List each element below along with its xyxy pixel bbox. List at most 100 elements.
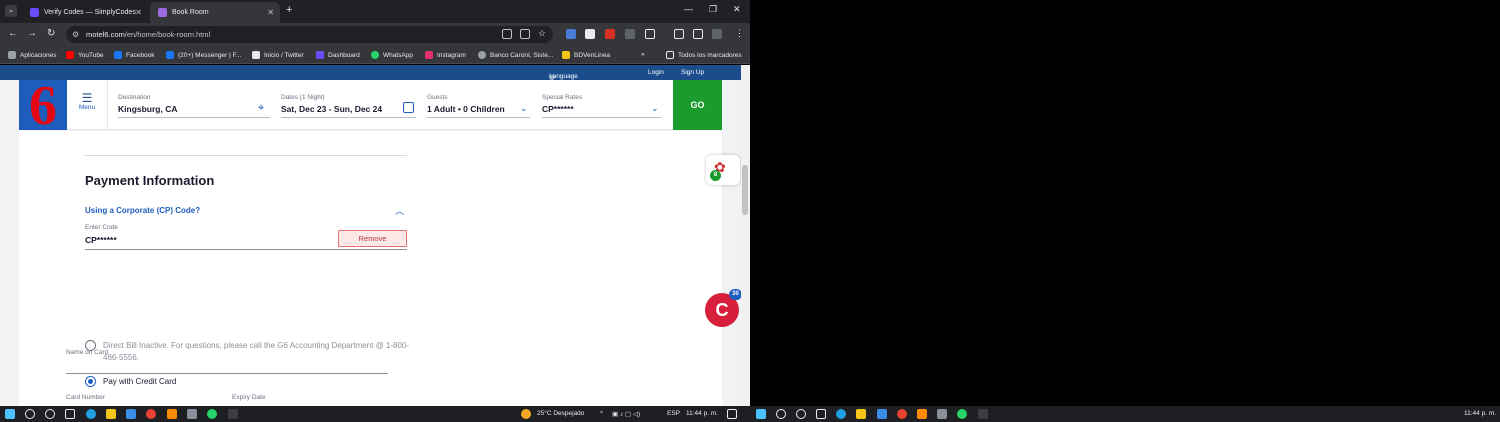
store-icon[interactable]: [877, 409, 887, 419]
tab-search-icon[interactable]: ⌄: [5, 5, 17, 17]
go-button[interactable]: GO: [673, 80, 722, 130]
bookmark-item[interactable]: Facebook: [114, 51, 155, 59]
tab-simplycodes[interactable]: Verify Codes — SimplyCodes ✕: [22, 2, 148, 23]
extension-icon[interactable]: [585, 29, 595, 39]
bookmark-item[interactable]: BDVenLinea: [562, 51, 610, 59]
tab-title: Book Room: [172, 9, 209, 16]
close-window-icon[interactable]: ✕: [733, 4, 741, 15]
task-view-icon[interactable]: [65, 409, 75, 419]
youtube-icon: [66, 51, 74, 59]
bookmark-item[interactable]: WhatsApp: [371, 51, 413, 59]
guests-field[interactable]: Guests 1 Adult • 0 Children: [427, 94, 530, 118]
special-rates-select[interactable]: CP******: [542, 104, 661, 118]
motel6-logo[interactable]: 6: [19, 78, 67, 134]
file-explorer-icon[interactable]: [856, 409, 866, 419]
close-tab-icon[interactable]: ✕: [135, 8, 142, 17]
extension-icon[interactable]: [605, 29, 615, 39]
rewards-gift-widget[interactable]: ✿ 8: [706, 155, 740, 185]
login-link[interactable]: Login: [648, 69, 664, 76]
cortana-icon[interactable]: [796, 409, 806, 419]
search-icon[interactable]: [776, 409, 786, 419]
notification-icon[interactable]: [727, 409, 737, 419]
notepad-icon[interactable]: [937, 409, 947, 419]
chrome-icon[interactable]: [146, 409, 156, 419]
more-bookmarks-chevron-icon[interactable]: »: [641, 51, 645, 58]
tray-chevron-icon[interactable]: ^: [600, 410, 603, 417]
address-bar[interactable]: ⚙ motel6.com/en/home/book-room.html: [66, 26, 553, 43]
calendar-icon[interactable]: [403, 102, 414, 113]
tray-icons[interactable]: ▣ ♪ ▢ ◁): [612, 410, 640, 418]
bookmark-item[interactable]: Instagram: [425, 51, 466, 59]
edge-icon[interactable]: [86, 409, 96, 419]
reload-icon[interactable]: ↻: [47, 28, 55, 39]
page-scrollbar[interactable]: [741, 65, 750, 406]
site-info-icon[interactable]: ⚙: [72, 26, 79, 43]
chat-widget-button[interactable]: C 30: [705, 289, 741, 327]
scrollbar-thumb[interactable]: [742, 165, 748, 215]
chrome-icon[interactable]: [897, 409, 907, 419]
signup-link[interactable]: Sign Up: [681, 69, 704, 76]
language-indicator[interactable]: ESP: [667, 410, 680, 417]
app-icon[interactable]: [917, 409, 927, 419]
minimize-icon[interactable]: —: [684, 4, 693, 14]
new-tab-plus-icon[interactable]: +: [286, 4, 292, 16]
translate-icon[interactable]: [520, 29, 530, 39]
menu-button[interactable]: ☰ Menu: [75, 92, 99, 111]
store-icon[interactable]: [126, 409, 136, 419]
cortana-icon[interactable]: [45, 409, 55, 419]
destination-input[interactable]: Kingsburg, CA: [118, 104, 270, 118]
file-explorer-icon[interactable]: [106, 409, 116, 419]
chevron-down-icon[interactable]: ⌄: [520, 103, 528, 114]
search-icon[interactable]: [25, 409, 35, 419]
dates-field[interactable]: Dates (1 Night) Sat, Dec 23 - Sun, Dec 2…: [281, 94, 416, 118]
whatsapp-icon: [371, 51, 379, 59]
name-on-card-input[interactable]: [66, 373, 388, 374]
back-icon[interactable]: ←: [8, 28, 18, 39]
chevron-up-icon[interactable]: ︿: [395, 204, 404, 217]
kebab-menu-icon[interactable]: ⋮: [735, 28, 744, 39]
app-icon[interactable]: [978, 409, 988, 419]
extension-icon[interactable]: [625, 29, 635, 39]
cp-code-toggle[interactable]: Using a Corporate (CP) Code?: [85, 206, 200, 215]
bookmark-item[interactable]: Dashboard: [316, 51, 360, 59]
clock[interactable]: 11:44 p. m.: [686, 410, 718, 417]
tab-book-room[interactable]: Book Room ✕: [150, 2, 280, 23]
app-icon[interactable]: [228, 409, 238, 419]
bookmark-item[interactable]: Inicio / Twitter: [252, 51, 304, 59]
destination-field[interactable]: Destination Kingsburg, CA: [118, 94, 270, 118]
eye-off-icon[interactable]: [502, 29, 512, 39]
location-target-icon[interactable]: ⌖: [258, 102, 264, 115]
star-bookmark-icon[interactable]: ☆: [538, 28, 546, 39]
puzzle-extensions-icon[interactable]: [645, 29, 655, 39]
remove-code-button[interactable]: Remove: [338, 230, 407, 247]
extension-icon[interactable]: [566, 29, 576, 39]
chevron-down-icon[interactable]: ⌄: [651, 103, 659, 114]
close-tab-icon[interactable]: ✕: [267, 8, 274, 17]
special-rates-field[interactable]: Special Rates CP******: [542, 94, 661, 118]
utility-strip: ◍ Language EN Login Sign Up: [0, 65, 741, 87]
forward-icon[interactable]: →: [27, 28, 37, 39]
app-icon[interactable]: [167, 409, 177, 419]
bookmark-item[interactable]: Aplicaciones: [8, 51, 57, 59]
clock[interactable]: 11:44 p. m.: [1464, 410, 1496, 417]
restore-icon[interactable]: ❐: [709, 4, 717, 15]
windows-start-icon[interactable]: [756, 409, 766, 419]
whatsapp-icon[interactable]: [957, 409, 967, 419]
media-icon[interactable]: [674, 29, 684, 39]
menu-label: Menu: [78, 104, 96, 111]
guests-select[interactable]: 1 Adult • 0 Children: [427, 104, 530, 118]
profile-icon[interactable]: [712, 29, 722, 39]
bookmark-item[interactable]: Banco Caroní, Siste...: [478, 51, 553, 59]
credit-card-radio[interactable]: [85, 376, 96, 387]
whatsapp-icon[interactable]: [207, 409, 217, 419]
windows-start-icon[interactable]: [5, 409, 15, 419]
edge-icon[interactable]: [836, 409, 846, 419]
weather-text[interactable]: 25°C Despejado: [537, 410, 584, 417]
notepad-icon[interactable]: [187, 409, 197, 419]
dates-input[interactable]: Sat, Dec 23 - Sun, Dec 24: [281, 104, 416, 118]
task-view-icon[interactable]: [816, 409, 826, 419]
side-panel-icon[interactable]: [693, 29, 703, 39]
bookmark-item[interactable]: (20+) Messenger | F...: [166, 51, 241, 59]
all-bookmarks-folder[interactable]: Todos los marcadores: [666, 51, 742, 59]
bookmark-item[interactable]: YouTube: [66, 51, 104, 59]
